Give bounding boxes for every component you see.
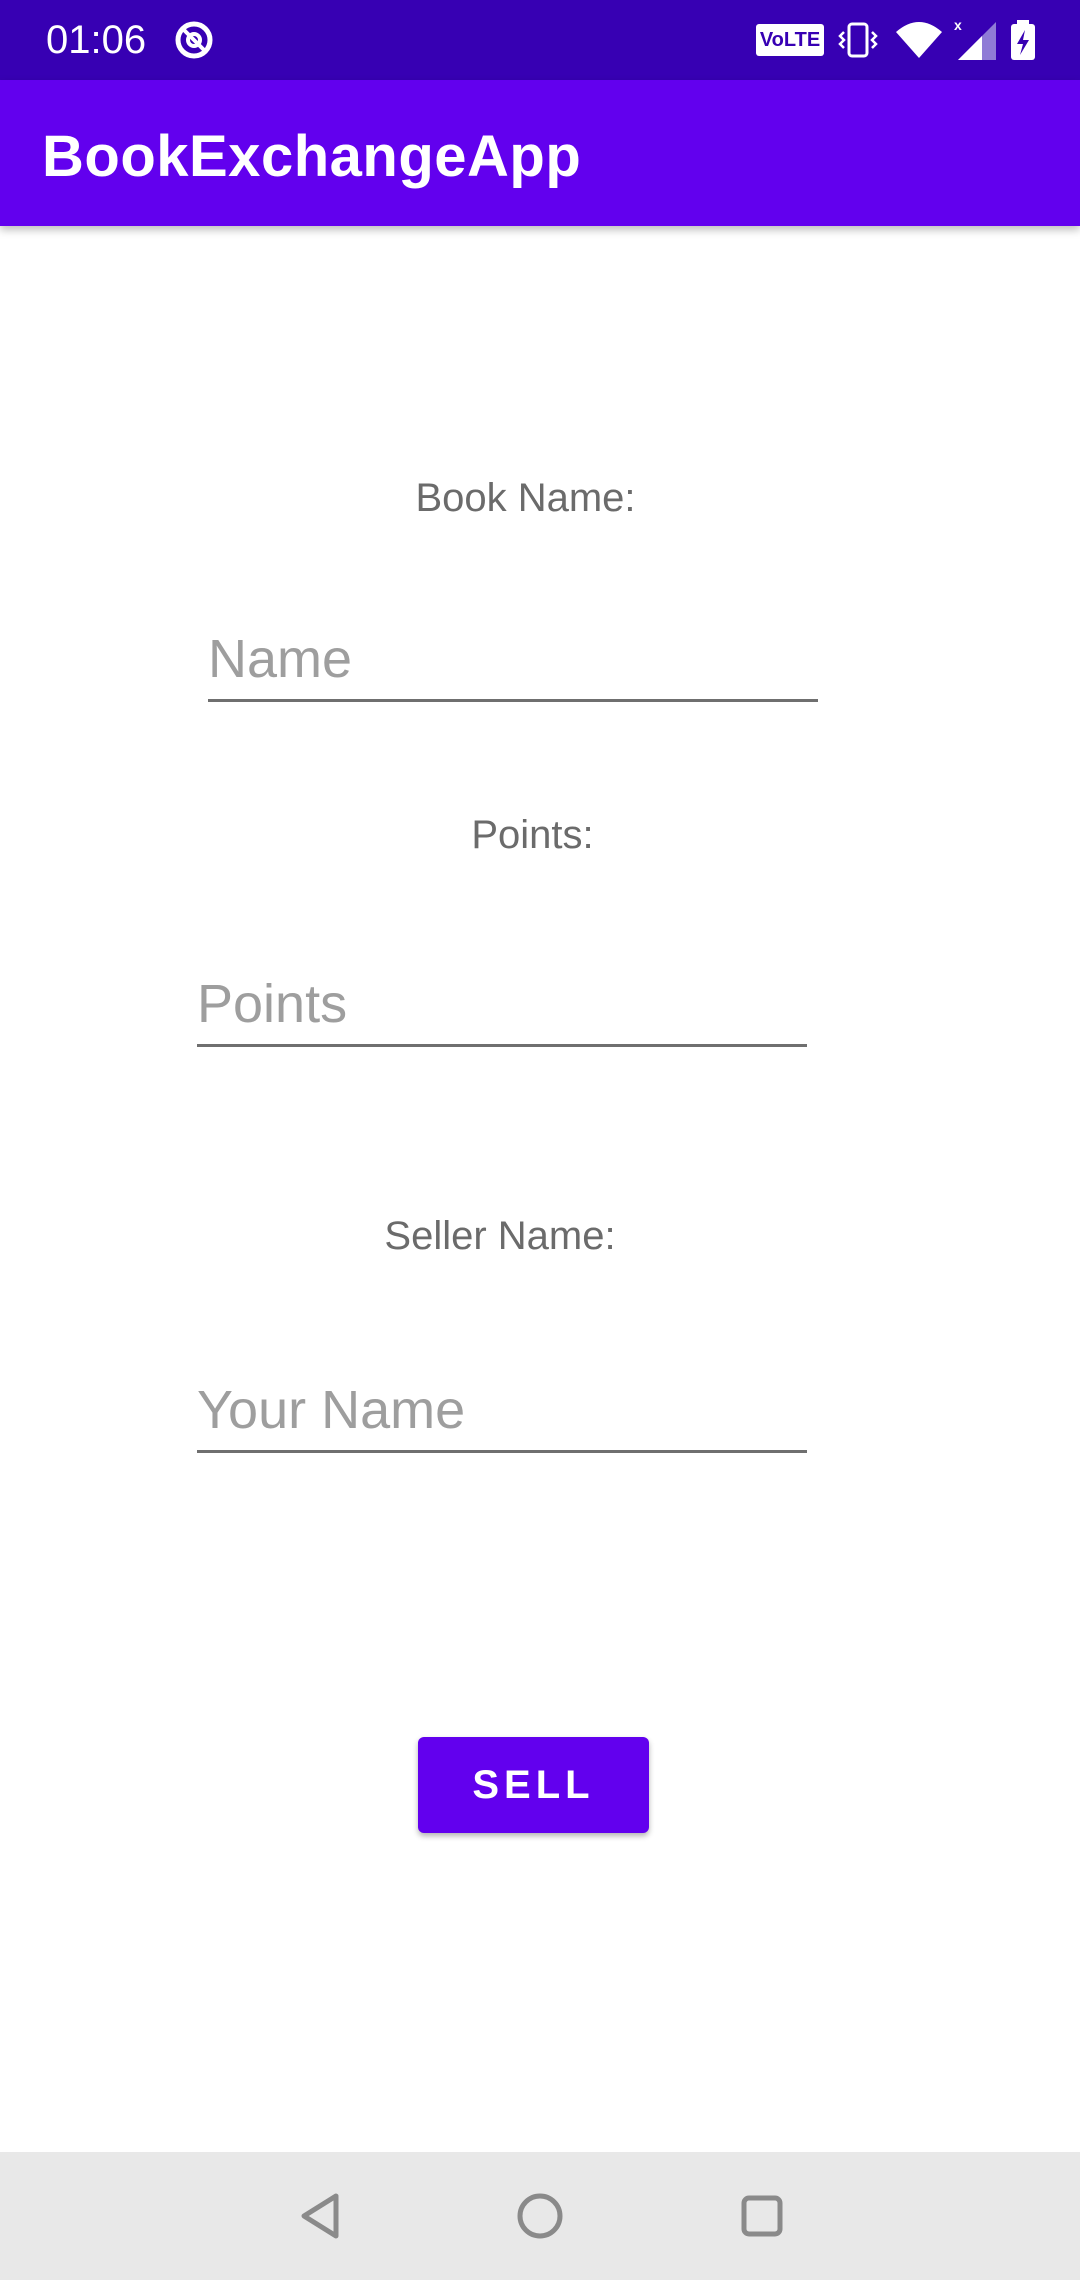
status-time: 01:06: [46, 18, 147, 62]
points-input[interactable]: [197, 964, 807, 1044]
wifi-icon: [896, 22, 942, 58]
app-bar: BookExchangeApp: [0, 80, 1080, 226]
seller-name-input[interactable]: [197, 1370, 807, 1450]
recents-icon[interactable]: [732, 2186, 792, 2246]
volte-icon: VoLTE: [756, 24, 824, 56]
home-icon[interactable]: [510, 2186, 570, 2246]
points-field[interactable]: [197, 964, 807, 1047]
back-icon[interactable]: [292, 2186, 352, 2246]
status-bar: 01:06 VoLTE x: [0, 0, 1080, 80]
signal-icon: x: [954, 18, 996, 60]
app-title: BookExchangeApp: [42, 124, 582, 189]
battery-charging-icon: [1011, 20, 1035, 60]
navigation-bar: [0, 2152, 1080, 2280]
book-name-field[interactable]: [208, 619, 818, 702]
sell-button[interactable]: SELL: [418, 1737, 649, 1833]
vibrate-icon: [838, 22, 878, 58]
seller-name-field[interactable]: [197, 1370, 807, 1453]
book-name-label: Book Name:: [415, 476, 636, 520]
seller-name-label: Seller Name:: [384, 1214, 616, 1258]
at-sign-icon: [175, 21, 213, 59]
points-label: Points:: [471, 813, 594, 857]
book-name-input[interactable]: [208, 619, 818, 699]
svg-text:x: x: [954, 18, 962, 33]
